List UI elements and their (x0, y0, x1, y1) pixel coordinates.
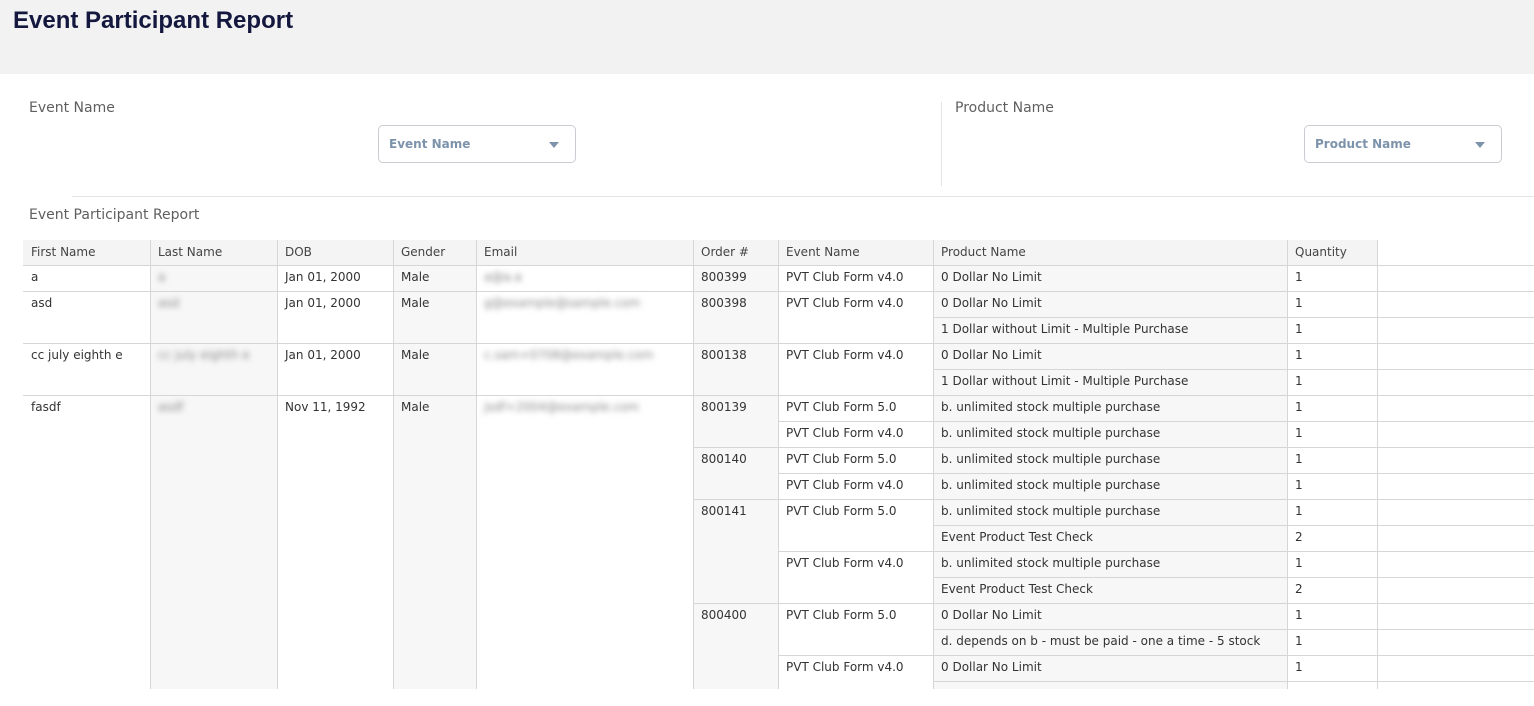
participant-last: cc july eighth e (158, 348, 250, 362)
quantity-cell: 1 (1295, 452, 1303, 466)
page-title: Event Participant Report (13, 7, 294, 34)
order-number: 800138 (701, 348, 747, 362)
participant-last: asd (158, 296, 180, 310)
column-header: Last Name (158, 245, 223, 259)
quantity-cell: 1 (1295, 478, 1303, 492)
filter-divider (941, 102, 942, 186)
event-name-cell: PVT Club Form 5.0 (786, 504, 897, 518)
quantity-cell: 1 (1295, 504, 1303, 518)
chevron-down-icon (1475, 142, 1485, 148)
shaded-column (393, 265, 476, 689)
participant-email: g@example@sample.com (484, 296, 641, 310)
participant-gender: Male (401, 400, 430, 414)
event-name-cell: PVT Club Form 5.0 (786, 400, 897, 414)
page-header: Event Participant Report (0, 0, 1534, 74)
event-name-cell: PVT Club Form v4.0 (786, 478, 904, 492)
order-number: 800141 (701, 504, 747, 518)
report-section-title: Event Participant Report (29, 207, 200, 223)
product-name-cell: 0 Dollar No Limit (941, 608, 1042, 622)
product-name-dropdown-placeholder: Product Name (1315, 137, 1411, 151)
row-divider (933, 681, 1534, 682)
participant-first: asd (31, 296, 53, 310)
quantity-cell: 1 (1295, 270, 1303, 284)
product-name-cell: b. unlimited stock multiple purchase (941, 504, 1161, 518)
participant-dob: Nov 11, 1992 (285, 400, 366, 414)
quantity-cell: 1 (1295, 348, 1303, 362)
event-name-cell: PVT Club Form v4.0 (786, 348, 904, 362)
event-name-cell: PVT Club Form v4.0 (786, 660, 904, 674)
product-name-cell: d. depends on b - must be paid - one a t… (941, 634, 1261, 648)
participant-first: a (31, 270, 39, 284)
order-number: 800399 (701, 270, 747, 284)
quantity-cell: 1 (1295, 400, 1303, 414)
product-name-cell: b. unlimited stock multiple purchase (941, 400, 1161, 414)
participant-email: jsdf+2004@example.com (484, 400, 640, 414)
product-name-cell: 0 Dollar No Limit (941, 348, 1042, 362)
order-number: 800400 (701, 608, 747, 622)
column-header: Product Name (941, 245, 1026, 259)
event-name-cell: PVT Club Form v4.0 (786, 296, 904, 310)
column-header: Email (484, 245, 518, 259)
product-name-cell: 1 Dollar without Limit - Multiple Purcha… (941, 322, 1189, 336)
participant-email: a@a.a (484, 270, 522, 284)
event-name-dropdown[interactable]: Event Name (378, 125, 576, 163)
column-header: Gender (401, 245, 446, 259)
quantity-cell: 2 (1295, 582, 1303, 596)
event-name-cell: PVT Club Form v4.0 (786, 426, 904, 440)
column-header: Order # (701, 245, 749, 259)
product-name-cell: 1 Dollar without Limit - Multiple Purcha… (941, 374, 1189, 388)
participant-gender: Male (401, 296, 430, 310)
column-header: DOB (285, 245, 312, 259)
event-name-cell: PVT Club Form v4.0 (786, 556, 904, 570)
participant-gender: Male (401, 348, 430, 362)
participant-dob: Jan 01, 2000 (285, 296, 361, 310)
event-name-label: Event Name (29, 100, 115, 116)
event-name-cell: PVT Club Form 5.0 (786, 608, 897, 622)
event-name-dropdown-placeholder: Event Name (389, 137, 471, 151)
participant-last: asdf (158, 400, 184, 414)
product-name-label: Product Name (955, 100, 1054, 116)
order-number: 800140 (701, 452, 747, 466)
participant-gender: Male (401, 270, 430, 284)
order-number: 800398 (701, 296, 747, 310)
product-name-cell: b. unlimited stock multiple purchase (941, 556, 1161, 570)
quantity-cell: 1 (1295, 296, 1303, 310)
participant-first: fasdf (31, 400, 61, 414)
product-name-cell: Event Product Test Check (941, 530, 1093, 544)
quantity-cell: 1 (1295, 634, 1303, 648)
quantity-cell: 1 (1295, 374, 1303, 388)
product-name-cell: 0 Dollar No Limit (941, 660, 1042, 674)
participant-dob: Jan 01, 2000 (285, 270, 361, 284)
product-name-cell: 0 Dollar No Limit (941, 296, 1042, 310)
product-name-cell: b. unlimited stock multiple purchase (941, 452, 1161, 466)
product-name-cell: b. unlimited stock multiple purchase (941, 478, 1161, 492)
product-name-cell: Event Product Test Check (941, 582, 1093, 596)
order-number: 800139 (701, 400, 747, 414)
section-divider (72, 196, 1534, 197)
product-name-cell: b. unlimited stock multiple purchase (941, 426, 1161, 440)
participant-last: a (158, 270, 166, 284)
participant-dob: Jan 01, 2000 (285, 348, 361, 362)
chevron-down-icon (549, 142, 559, 148)
quantity-cell: 1 (1295, 660, 1303, 674)
quantity-cell: 1 (1295, 608, 1303, 622)
event-name-cell: PVT Club Form 5.0 (786, 452, 897, 466)
quantity-cell: 1 (1295, 322, 1303, 336)
column-header: Quantity (1295, 245, 1347, 259)
participant-email: c.sam+0708@example.com (484, 348, 654, 362)
product-name-cell: 0 Dollar No Limit (941, 270, 1042, 284)
quantity-cell: 2 (1295, 530, 1303, 544)
quantity-cell: 1 (1295, 556, 1303, 570)
shaded-column (150, 265, 277, 689)
quantity-cell: 1 (1295, 426, 1303, 440)
product-name-dropdown[interactable]: Product Name (1304, 125, 1502, 163)
column-header: Event Name (786, 245, 860, 259)
column-divider (1377, 240, 1378, 689)
event-name-cell: PVT Club Form v4.0 (786, 270, 904, 284)
column-header: First Name (31, 245, 96, 259)
participant-first: cc july eighth e (31, 348, 123, 362)
